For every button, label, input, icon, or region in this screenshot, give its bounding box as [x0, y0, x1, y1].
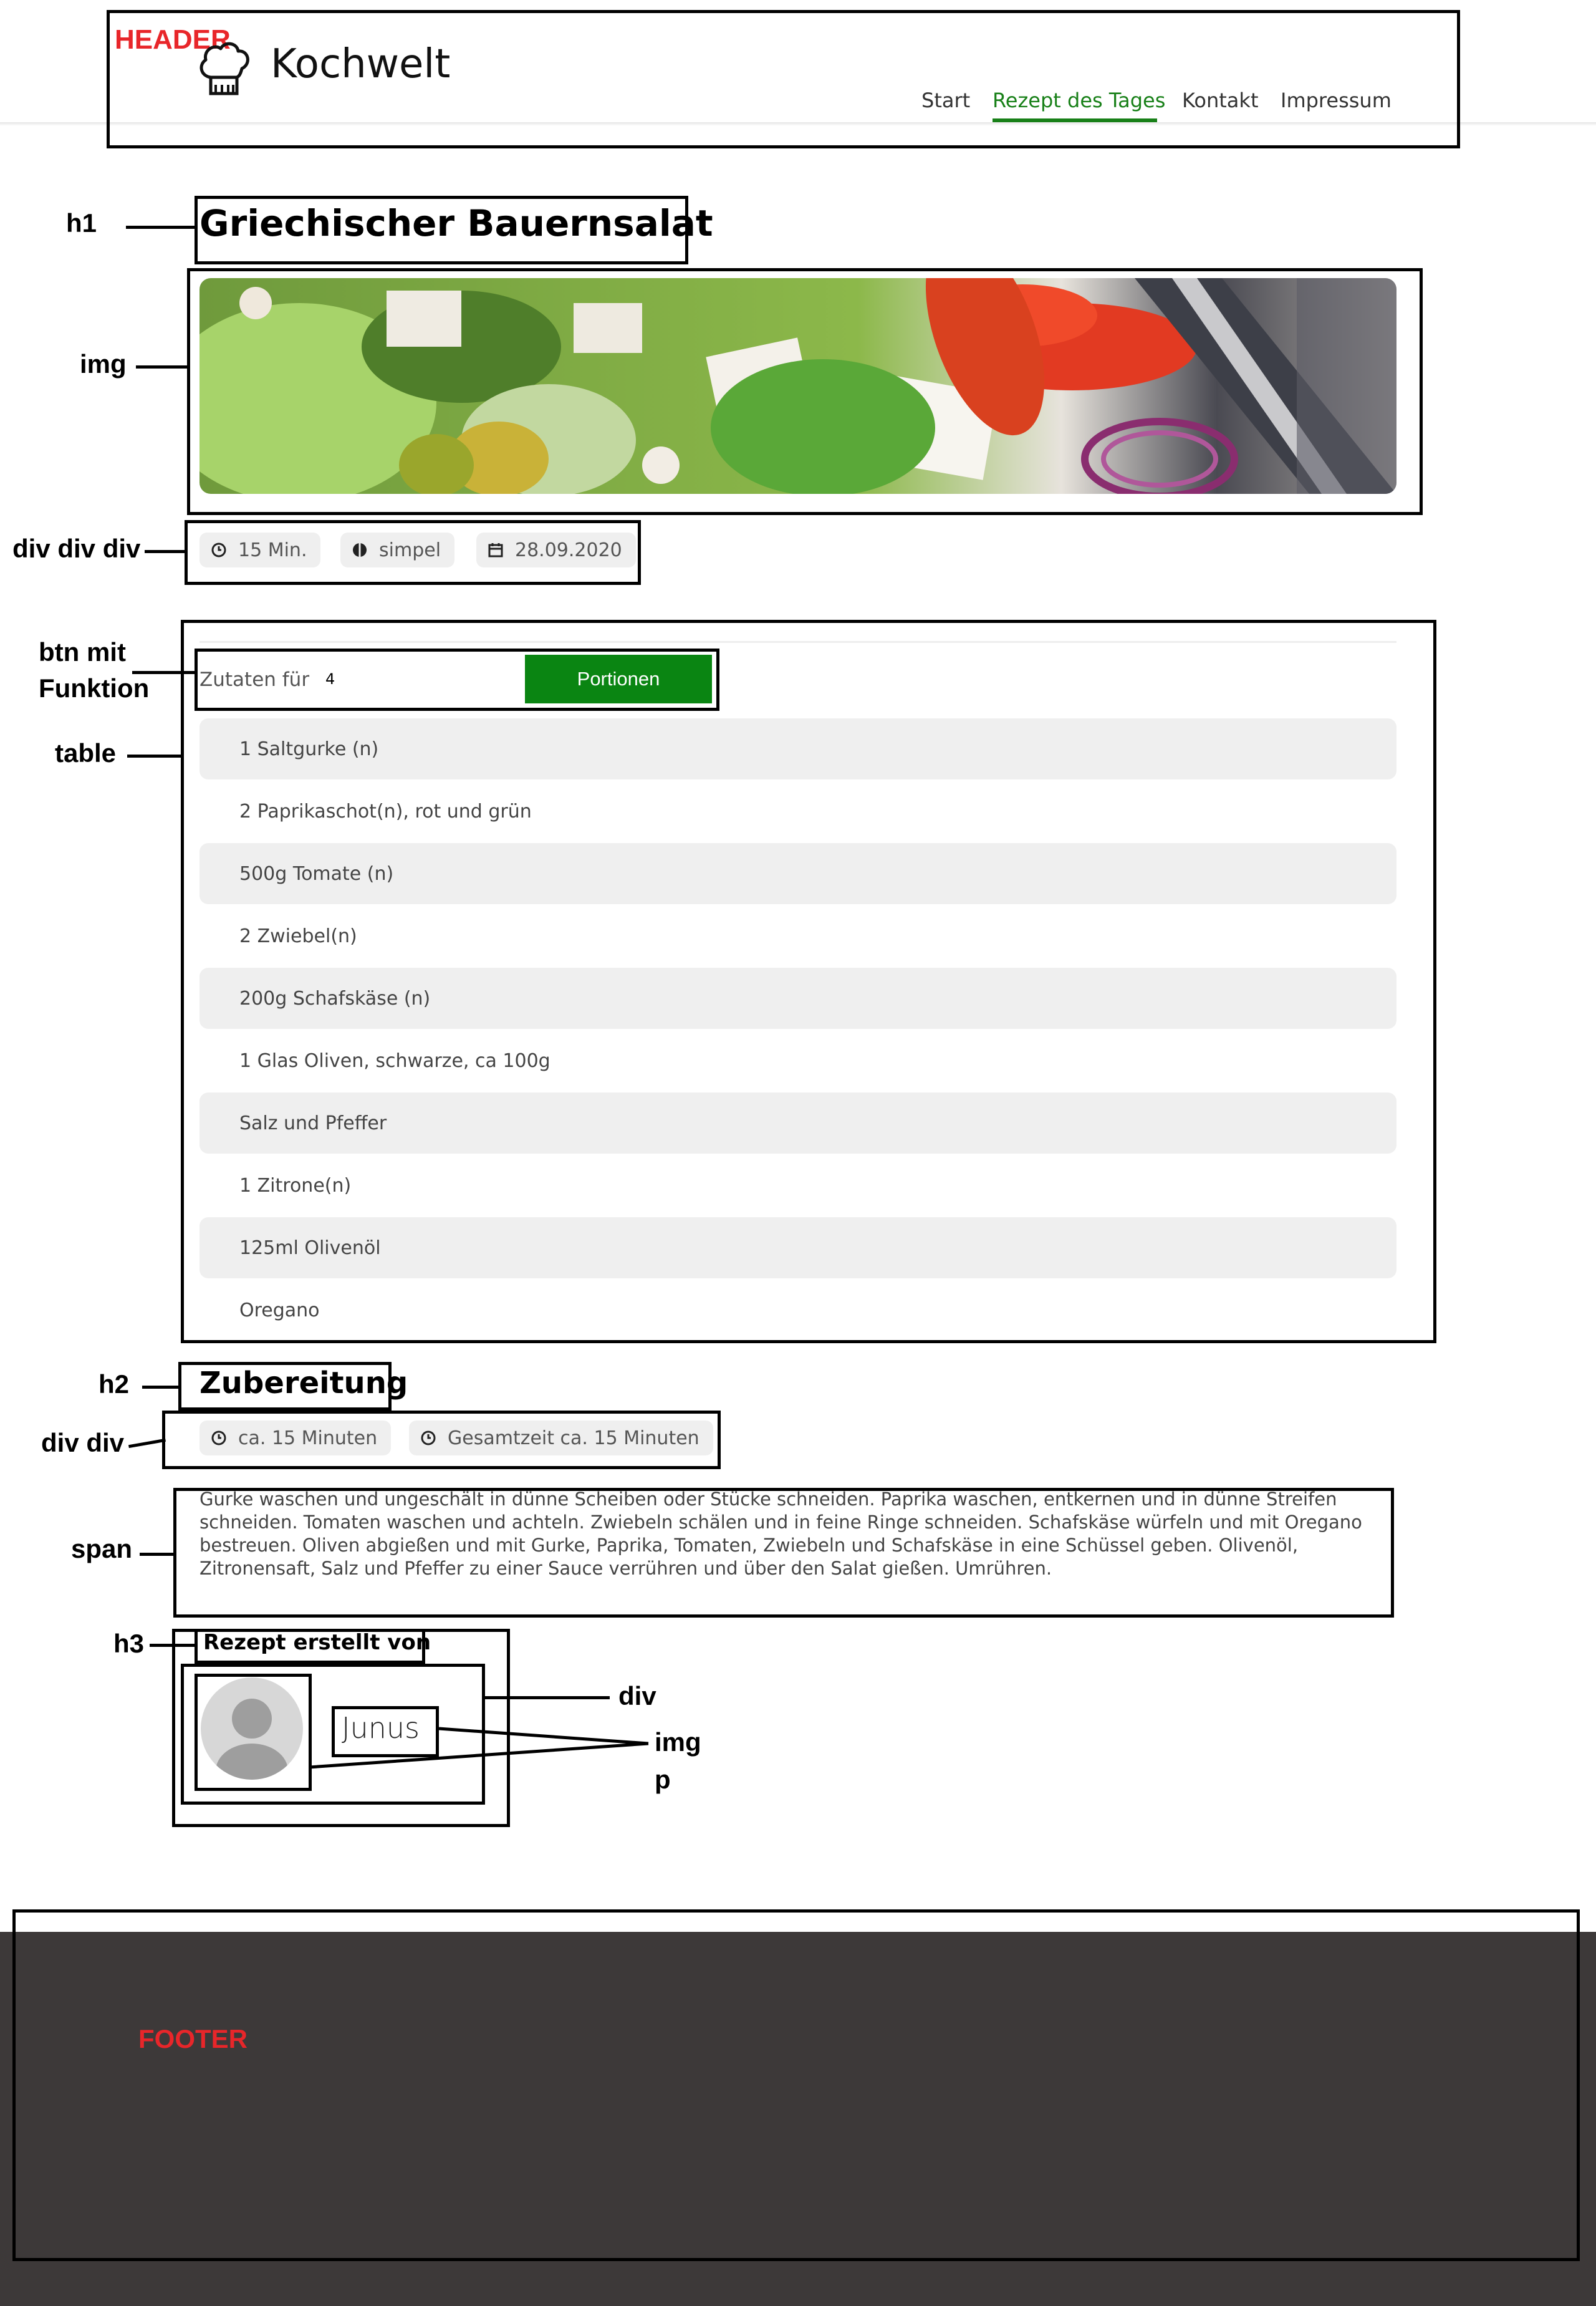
h3-annotation-label: h3	[113, 1629, 145, 1658]
chef-hat-icon	[197, 39, 251, 101]
difficulty-icon	[353, 543, 367, 557]
servings-input[interactable]	[319, 655, 520, 703]
preparation-line: schneiden. Tomaten waschen und achteln. …	[200, 1512, 1362, 1533]
clock-icon	[211, 1430, 226, 1445]
meta-annotation-label: div div div	[12, 534, 141, 563]
table-annotation-line	[127, 755, 183, 758]
servings-label: Zutaten für	[200, 668, 310, 691]
nav-active-indicator	[993, 118, 1157, 122]
prep-meta-annotation-line	[128, 1438, 166, 1449]
portions-button[interactable]: Portionen	[525, 655, 712, 703]
preparation-line: Zitronensaft, Salz und Pfeffer zu einer …	[200, 1558, 1052, 1579]
clock-icon	[211, 543, 226, 557]
table-row: 2 Paprikaschot(n), rot und grün	[200, 781, 1396, 842]
recipe-image	[200, 278, 1396, 494]
total-time-text: Gesamtzeit ca. 15 Minuten	[448, 1427, 699, 1449]
btn-annotation-label-1: btn mit	[39, 637, 126, 667]
table-row: 200g Schafskäse (n)	[200, 968, 1396, 1029]
nav-rezept-des-tages[interactable]: Rezept des Tages	[993, 89, 1165, 112]
h2-annotation-label: h2	[99, 1369, 130, 1399]
ingredients-divider	[200, 641, 1396, 643]
table-row: 1 Zitrone(n)	[200, 1155, 1396, 1216]
clock-icon	[421, 1430, 436, 1445]
calendar-icon	[488, 543, 503, 557]
img-annotation-label-2: img	[655, 1727, 701, 1757]
meta-time-chip: 15 Min.	[200, 533, 321, 567]
ingredient-text: 1 Glas Oliven, schwarze, ca 100g	[239, 1049, 550, 1072]
meta-annotation-line	[145, 550, 186, 553]
preparation-text: Gurke waschen und ungeschält in dünne Sc…	[200, 1488, 1372, 1580]
meta-date-text: 28.09.2020	[515, 539, 622, 561]
img-annotation-label: img	[80, 349, 127, 379]
preparation-line: bestreuen. Oliven abgießen und mit Gurke…	[200, 1535, 1299, 1556]
h1-annotation-label: h1	[66, 208, 97, 238]
nav-start[interactable]: Start	[921, 89, 970, 112]
prep-time-chip: ca. 15 Minuten	[200, 1421, 392, 1455]
h1-annotation-line	[126, 226, 196, 229]
table-row: 125ml Olivenöl	[200, 1217, 1396, 1278]
table-row: Oregano	[200, 1280, 1396, 1341]
ingredient-text: 2 Paprikaschot(n), rot und grün	[239, 800, 532, 823]
ingredient-text: Oregano	[239, 1299, 320, 1321]
ingredient-text: 1 Zitrone(n)	[239, 1174, 352, 1197]
meta-difficulty-text: simpel	[379, 539, 441, 561]
total-time-chip: Gesamtzeit ca. 15 Minuten	[409, 1421, 713, 1455]
span-annotation-label: span	[71, 1534, 133, 1563]
table-row: 1 Glas Oliven, schwarze, ca 100g	[200, 1030, 1396, 1091]
table-row: 500g Tomate (n)	[200, 843, 1396, 904]
footer-annotation-label: FOOTER	[138, 2024, 248, 2053]
ingredient-text: 1 Saltgurke (n)	[239, 738, 379, 760]
meta-date-chip: 28.09.2020	[476, 533, 636, 567]
brand-name[interactable]: Kochwelt	[271, 41, 450, 87]
annotation-pointer-lines	[309, 1727, 649, 1769]
ingredient-text: 500g Tomate (n)	[239, 862, 394, 885]
prep-meta-annotation-label: div div	[41, 1428, 125, 1457]
div-annotation-label: div	[618, 1681, 656, 1710]
span-annotation-line	[140, 1553, 175, 1556]
table-row: 1 Saltgurke (n)	[200, 718, 1396, 779]
preparation-line: Gurke waschen und ungeschält in dünne Sc…	[200, 1488, 1337, 1510]
ingredient-text: 2 Zwiebel(n)	[239, 925, 357, 947]
user-avatar-icon	[201, 1677, 303, 1780]
preparation-heading: Zubereitung	[200, 1366, 408, 1401]
ingredient-text: Salz und Pfeffer	[239, 1112, 387, 1134]
table-annotation-label: table	[55, 738, 117, 768]
meta-difficulty-chip: simpel	[340, 533, 455, 567]
div-annotation-line	[485, 1696, 610, 1699]
footer-annotation-box	[12, 1909, 1580, 2261]
ingredient-text: 200g Schafskäse (n)	[239, 987, 431, 1010]
meta-time-text: 15 Min.	[238, 539, 307, 561]
table-row: 2 Zwiebel(n)	[200, 905, 1396, 967]
btn-annotation-label-2: Funktion	[39, 673, 150, 703]
ingredient-text: 125ml Olivenöl	[239, 1237, 381, 1259]
nav-impressum[interactable]: Impressum	[1281, 89, 1392, 112]
prep-time-text: ca. 15 Minuten	[238, 1427, 378, 1449]
h2-annotation-line	[142, 1386, 180, 1389]
img-annotation-line	[136, 365, 188, 369]
nav-kontakt[interactable]: Kontakt	[1182, 89, 1258, 112]
page-title: Griechischer Bauernsalat	[200, 202, 713, 244]
author-heading: Rezept erstellt von	[203, 1630, 431, 1655]
table-row: Salz und Pfeffer	[200, 1093, 1396, 1154]
